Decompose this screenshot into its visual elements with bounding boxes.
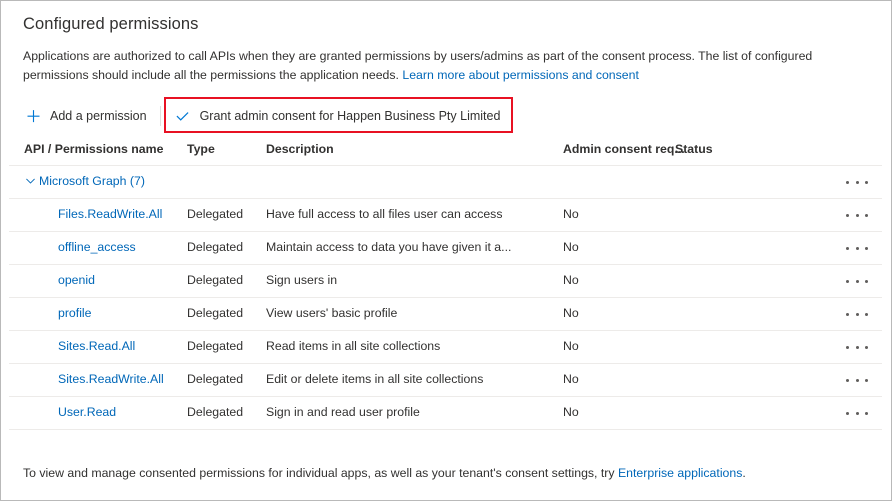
footer-note-text: To view and manage consented permissions… bbox=[23, 466, 618, 480]
row-context-menu-button[interactable] bbox=[846, 340, 868, 354]
row-context-menu-button[interactable] bbox=[846, 208, 868, 222]
table-row[interactable]: profile Delegated View users' basic prof… bbox=[9, 298, 882, 331]
permission-description-cell: Read items in all site collections bbox=[266, 339, 440, 353]
permission-name-cell: profile bbox=[58, 306, 92, 320]
footer-note-period: . bbox=[742, 466, 745, 480]
table-row[interactable]: Sites.ReadWrite.All Delegated Edit or de… bbox=[9, 364, 882, 397]
grant-admin-consent-button[interactable]: Grant admin consent for Happen Business … bbox=[165, 101, 510, 131]
chevron-down-icon bbox=[24, 175, 37, 188]
permission-type-cell: Delegated bbox=[187, 405, 243, 419]
permission-type-cell: Delegated bbox=[187, 372, 243, 386]
permission-description-cell: Sign users in bbox=[266, 273, 337, 287]
permission-name-cell: openid bbox=[58, 273, 95, 287]
permission-type-cell: Delegated bbox=[187, 339, 243, 353]
permission-name-link[interactable]: openid bbox=[58, 273, 95, 287]
admin-consent-required-cell: No bbox=[563, 240, 579, 254]
command-bar: Add a permission Grant admin consent for… bbox=[21, 101, 509, 131]
permission-description-cell: Maintain access to data you have given i… bbox=[266, 240, 511, 254]
row-context-menu-button[interactable] bbox=[846, 406, 868, 420]
permission-name-link[interactable]: Files.ReadWrite.All bbox=[58, 207, 162, 221]
permission-name-cell: Files.ReadWrite.All bbox=[58, 207, 162, 221]
permission-name-cell: Sites.ReadWrite.All bbox=[58, 372, 164, 386]
column-header-admin-consent-required[interactable]: Admin consent req... bbox=[563, 142, 685, 156]
add-permission-label: Add a permission bbox=[50, 109, 147, 123]
enterprise-applications-link[interactable]: Enterprise applications bbox=[618, 466, 742, 480]
learn-more-link[interactable]: Learn more about permissions and consent bbox=[402, 68, 639, 82]
grant-admin-consent-label: Grant admin consent for Happen Business … bbox=[200, 109, 501, 123]
row-context-menu-button[interactable] bbox=[846, 307, 868, 321]
footer-note: To view and manage consented permissions… bbox=[23, 466, 746, 480]
permission-type-cell: Delegated bbox=[187, 306, 243, 320]
plus-icon bbox=[23, 106, 43, 126]
permission-name-cell: Sites.Read.All bbox=[58, 339, 135, 353]
command-bar-divider bbox=[160, 106, 161, 126]
checkmark-icon bbox=[173, 106, 193, 126]
panel-description: Applications are authorized to call APIs… bbox=[23, 47, 863, 85]
permission-description-cell: View users' basic profile bbox=[266, 306, 397, 320]
permission-name-link[interactable]: offline_access bbox=[58, 240, 136, 254]
table-row[interactable]: Files.ReadWrite.All Delegated Have full … bbox=[9, 199, 882, 232]
configured-permissions-panel: Configured permissions Applications are … bbox=[0, 0, 892, 501]
permission-name-link[interactable]: profile bbox=[58, 306, 92, 320]
admin-consent-required-cell: No bbox=[563, 372, 579, 386]
permission-name-cell: User.Read bbox=[58, 405, 116, 419]
row-context-menu-button[interactable] bbox=[846, 241, 868, 255]
row-context-menu-button[interactable] bbox=[846, 274, 868, 288]
permission-description-cell: Edit or delete items in all site collect… bbox=[266, 372, 483, 386]
group-label: Microsoft Graph (7) bbox=[39, 174, 145, 188]
permission-type-cell: Delegated bbox=[187, 240, 243, 254]
column-header-status[interactable]: Status bbox=[675, 142, 713, 156]
permission-name-link[interactable]: Sites.ReadWrite.All bbox=[58, 372, 164, 386]
column-header-type[interactable]: Type bbox=[187, 142, 215, 156]
column-header-api-permissions-name[interactable]: API / Permissions name bbox=[24, 142, 163, 156]
admin-consent-required-cell: No bbox=[563, 405, 579, 419]
table-group-row-microsoft-graph[interactable]: Microsoft Graph (7) bbox=[9, 166, 882, 199]
column-header-description[interactable]: Description bbox=[266, 142, 334, 156]
row-context-menu-button[interactable] bbox=[846, 373, 868, 387]
permission-description-cell: Sign in and read user profile bbox=[266, 405, 420, 419]
admin-consent-required-cell: No bbox=[563, 207, 579, 221]
table-body: Files.ReadWrite.All Delegated Have full … bbox=[9, 199, 882, 430]
permission-name-cell: offline_access bbox=[58, 240, 136, 254]
table-row[interactable]: offline_access Delegated Maintain access… bbox=[9, 232, 882, 265]
add-permission-button[interactable]: Add a permission bbox=[21, 101, 156, 131]
admin-consent-required-cell: No bbox=[563, 306, 579, 320]
table-row[interactable]: User.Read Delegated Sign in and read use… bbox=[9, 397, 882, 430]
permission-description-cell: Have full access to all files user can a… bbox=[266, 207, 502, 221]
group-expand-toggle[interactable]: Microsoft Graph (7) bbox=[24, 174, 145, 188]
table-header-row: API / Permissions name Type Description … bbox=[9, 137, 882, 166]
row-context-menu-button[interactable] bbox=[846, 175, 868, 189]
permissions-table: API / Permissions name Type Description … bbox=[9, 137, 882, 430]
permission-type-cell: Delegated bbox=[187, 207, 243, 221]
group-row-name-cell: Microsoft Graph (7) bbox=[24, 174, 145, 191]
permission-type-cell: Delegated bbox=[187, 273, 243, 287]
table-row[interactable]: openid Delegated Sign users in No bbox=[9, 265, 882, 298]
permission-name-link[interactable]: User.Read bbox=[58, 405, 116, 419]
admin-consent-required-cell: No bbox=[563, 339, 579, 353]
table-row[interactable]: Sites.Read.All Delegated Read items in a… bbox=[9, 331, 882, 364]
admin-consent-required-cell: No bbox=[563, 273, 579, 287]
page-title: Configured permissions bbox=[23, 15, 199, 34]
permission-name-link[interactable]: Sites.Read.All bbox=[58, 339, 135, 353]
